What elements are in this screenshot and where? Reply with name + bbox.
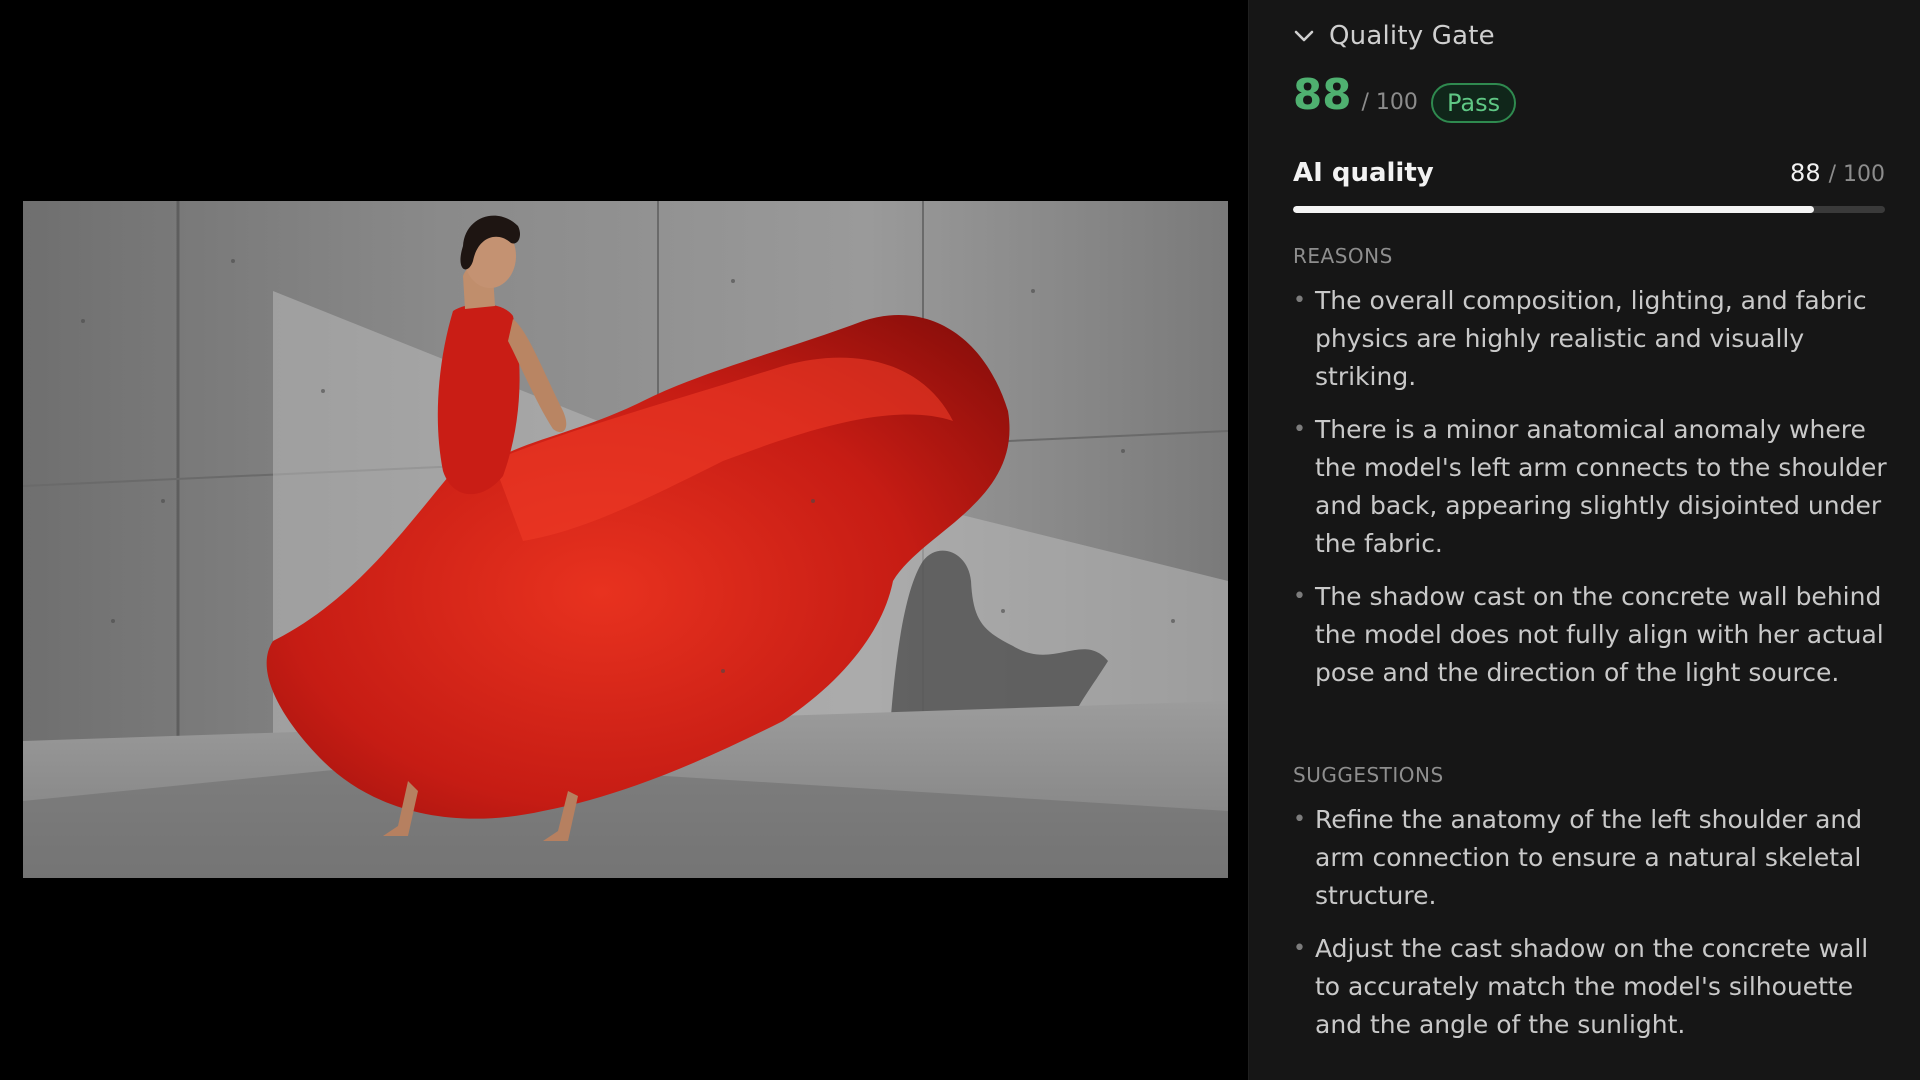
status-badge: Pass: [1431, 83, 1517, 123]
quality-gate-toggle[interactable]: Quality Gate: [1293, 16, 1495, 56]
ai-quality-metric: AI quality 88 / 100: [1293, 158, 1885, 213]
image-viewer: [0, 0, 1248, 1080]
app-window: Quality Gate 88 / 100 Pass AI quality 88…: [0, 0, 1920, 1080]
chevron-down-icon: [1293, 25, 1315, 47]
reasons-heading: REASONS: [1293, 244, 1393, 268]
suggestions-list: • Refine the anatomy of the left shoulder…: [1293, 801, 1893, 1059]
metric-progress-fill: [1293, 206, 1814, 213]
list-item: • The shadow cast on the concrete wall be…: [1293, 582, 1884, 687]
metric-score: 88 / 100: [1790, 159, 1885, 187]
generated-image[interactable]: [23, 201, 1228, 878]
metric-max: / 100: [1828, 162, 1885, 187]
overall-score-max: / 100: [1361, 90, 1418, 115]
quality-gate-title: Quality Gate: [1329, 21, 1495, 51]
metric-value: 88: [1790, 159, 1821, 187]
suggestions-heading: SUGGESTIONS: [1293, 763, 1444, 787]
list-item: • Adjust the cast shadow on the concrete …: [1293, 934, 1869, 1039]
metric-progress-track: [1293, 206, 1885, 213]
overall-score: 88 / 100: [1293, 74, 1418, 116]
overall-score-value: 88: [1293, 70, 1352, 119]
reasons-list: • The overall composition, lighting, and …: [1293, 282, 1893, 707]
list-item: • The overall composition, lighting, and …: [1293, 286, 1867, 391]
list-item: • There is a minor anatomical anomaly whe…: [1293, 415, 1887, 558]
metric-label: AI quality: [1293, 158, 1434, 188]
list-item: • Refine the anatomy of the left shoulder…: [1293, 805, 1863, 910]
quality-gate-panel: Quality Gate 88 / 100 Pass AI quality 88…: [1248, 0, 1920, 1080]
